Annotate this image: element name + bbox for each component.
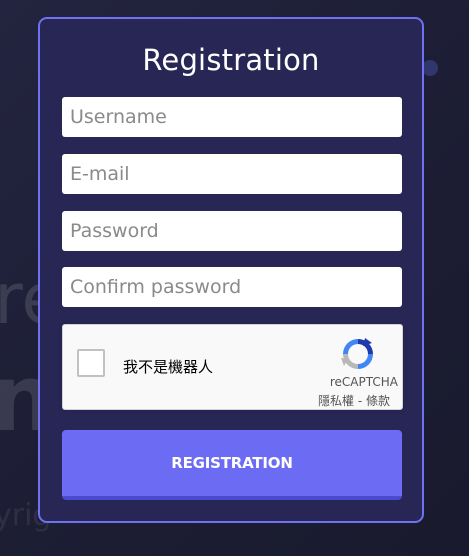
recaptcha-terms-link[interactable]: 條款	[366, 394, 390, 408]
recaptcha-brand: reCAPTCHA	[329, 375, 398, 389]
recaptcha-widget: 我不是機器人 reCAPTCHA 隱私權 - 條款	[62, 324, 403, 410]
confirm-password-input[interactable]	[62, 267, 402, 307]
username-input[interactable]	[62, 97, 402, 137]
recaptcha-links: 隱私權 - 條款	[318, 392, 390, 409]
form-title: Registration	[142, 43, 320, 77]
password-input[interactable]	[62, 211, 402, 251]
recaptcha-icon	[341, 338, 373, 369]
background-decoration	[422, 60, 438, 76]
recaptcha-link-separator: -	[354, 394, 366, 408]
recaptcha-checkbox[interactable]	[77, 349, 105, 377]
registration-card: Registration 我不是機器人 reCAPTCHA 隱私權 - 條款 R…	[38, 17, 424, 523]
email-input[interactable]	[62, 154, 402, 194]
recaptcha-privacy-link[interactable]: 隱私權	[318, 394, 354, 408]
recaptcha-label: 我不是機器人	[123, 358, 214, 376]
registration-submit-button[interactable]: REGISTRATION	[62, 430, 402, 500]
